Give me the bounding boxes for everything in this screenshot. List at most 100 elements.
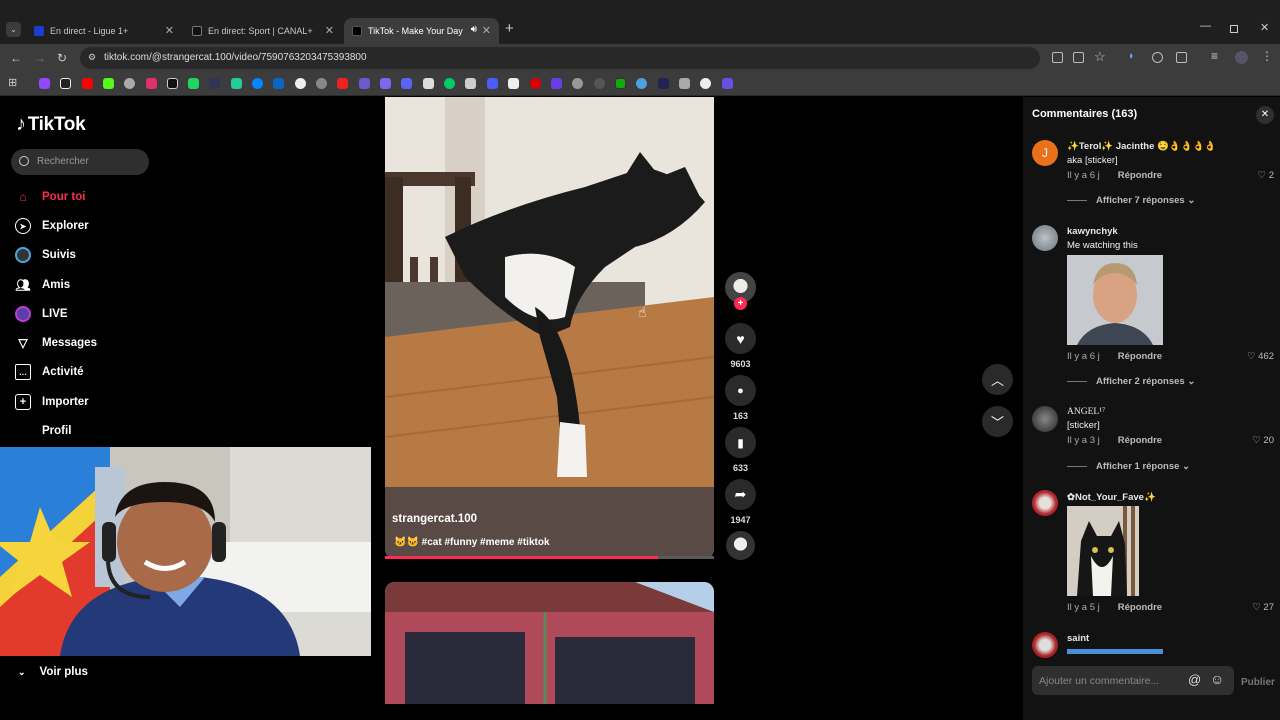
tab-canal[interactable]: En direct: Sport | CANAL+ ✕ [184, 18, 342, 44]
restore-icon[interactable] [1230, 25, 1238, 33]
profile-avatar[interactable] [1235, 51, 1248, 64]
translate-icon[interactable] [1073, 52, 1084, 63]
avatar[interactable] [1032, 225, 1058, 251]
avatar[interactable]: J [1032, 140, 1058, 166]
url-field[interactable]: ⚙︎ tiktok.com/@strangercat.100/video/759… [80, 47, 1040, 69]
bookmark-icon[interactable] [231, 78, 242, 89]
bookmark-icon[interactable] [188, 78, 199, 89]
comment-image[interactable] [1067, 255, 1163, 345]
avatar[interactable] [1032, 632, 1058, 658]
comment-image[interactable] [1067, 506, 1139, 596]
media-icon[interactable]: ≡ [1211, 49, 1218, 63]
nav-importer[interactable]: + Importer [15, 392, 89, 412]
tab-tiktok[interactable]: TikTok - Make Your Day 🔊︎ ✕ [344, 18, 499, 44]
bookmark-icon[interactable] [423, 78, 434, 89]
bookmark-icon[interactable] [722, 78, 733, 89]
voir-plus-button[interactable]: ⌄ Voir plus [18, 666, 88, 678]
install-app-icon[interactable] [1052, 52, 1063, 63]
menu-icon[interactable]: ⋮ [1261, 49, 1273, 63]
bookmark-icon[interactable] [508, 78, 519, 89]
nav-live[interactable]: LIVE [15, 304, 68, 324]
bookmark-icon[interactable] [60, 78, 71, 89]
bookmark-icon[interactable] [444, 78, 455, 89]
show-replies-button[interactable]: Afficher 2 réponses ⌄ [1067, 376, 1195, 387]
avatar[interactable] [1032, 490, 1058, 516]
bookmark-icon[interactable] [380, 78, 391, 89]
bookmark-icon[interactable] [572, 78, 583, 89]
bookmark-icon[interactable] [124, 78, 135, 89]
bookmark-icon[interactable] [316, 78, 327, 89]
video-player[interactable] [385, 97, 714, 559]
comment-author[interactable]: ✨Terol✨ Jacinthe 🤤👌👌👌👌 [1067, 141, 1216, 152]
avatar[interactable] [1032, 406, 1058, 432]
comment-like[interactable]: ♡ 2 [1258, 170, 1274, 181]
bookmark-icon[interactable] [700, 78, 711, 89]
reply-button[interactable]: Répondre [1118, 602, 1162, 613]
forward-icon[interactable]: → [34, 51, 46, 65]
extension-icon[interactable]: ◗ [1128, 50, 1135, 62]
comment-input[interactable]: Ajouter un commentaire... @ ☺ [1032, 666, 1234, 695]
bookmark-icon[interactable] [252, 78, 263, 89]
video-caption[interactable]: 🐱🐱 #cat #funny #meme #tiktok [394, 537, 550, 548]
tab-ligue1[interactable]: En direct - Ligue 1+ ✕ [26, 18, 182, 44]
comment-like[interactable]: ♡ 462 [1247, 351, 1274, 362]
site-info-icon[interactable]: ⚙︎ [88, 52, 96, 63]
next-video-button[interactable]: ﹀ [982, 406, 1013, 437]
share-button[interactable]: ➦ [725, 479, 756, 510]
comment-author[interactable]: ANGEL¹⁷ [1067, 407, 1105, 417]
video-username[interactable]: strangercat.100 [392, 513, 477, 525]
show-replies-button[interactable]: Afficher 7 réponses ⌄ [1067, 195, 1195, 206]
comment-author[interactable]: ✿Not_Your_Fave✨ [1067, 492, 1156, 503]
bookmark-icon[interactable] [295, 78, 306, 89]
like-button[interactable]: ♥ [725, 323, 756, 354]
bookmark-star-icon[interactable]: ☆ [1094, 49, 1106, 65]
bookmark-icon[interactable] [465, 78, 476, 89]
close-icon[interactable]: ✕ [1256, 106, 1274, 124]
comment-author[interactable]: saint [1067, 633, 1089, 644]
bookmark-icon[interactable] [487, 78, 498, 89]
bookmark-icon[interactable] [209, 78, 220, 89]
speaker-icon[interactable]: 🔊︎ [471, 24, 477, 35]
tab-list-button[interactable]: ⌄ [6, 22, 21, 37]
bookmark-icon[interactable] [359, 78, 370, 89]
follow-plus-icon[interactable]: + [734, 297, 747, 310]
bookmark-icon[interactable] [615, 78, 626, 89]
reply-button[interactable]: Répondre [1118, 351, 1162, 362]
save-button[interactable]: ▮ [725, 427, 756, 458]
bookmark-icon[interactable] [551, 78, 562, 89]
comment-button[interactable]: ● [725, 375, 756, 406]
bookmark-icon[interactable] [594, 78, 605, 89]
bookmark-icon[interactable] [39, 78, 50, 89]
bookmark-icon[interactable] [636, 78, 647, 89]
apps-icon[interactable]: ⊞ [8, 76, 17, 89]
reply-button[interactable]: Répondre [1118, 435, 1162, 446]
new-tab-button[interactable]: + [505, 20, 514, 37]
search-input[interactable]: Rechercher [11, 149, 149, 175]
comment-author[interactable]: kawynchyk [1067, 226, 1118, 237]
comment-like[interactable]: ♡ 20 [1252, 435, 1274, 446]
bookmark-icon[interactable] [273, 78, 284, 89]
emoji-icon[interactable]: ☺ [1210, 671, 1224, 687]
nav-activite[interactable]: … Activité [15, 362, 84, 382]
video-progress-bar[interactable] [385, 556, 714, 559]
bookmark-icon[interactable] [530, 78, 541, 89]
bookmark-icon[interactable] [146, 78, 157, 89]
reload-icon[interactable]: ↻ [57, 51, 67, 65]
publish-button[interactable]: Publier [1241, 677, 1275, 688]
bookmark-icon[interactable] [337, 78, 348, 89]
tiktok-logo[interactable]: ♪ TikTok [16, 113, 86, 136]
nav-messages[interactable]: ▽ Messages [15, 333, 97, 353]
close-window-icon[interactable]: ✕ [1260, 21, 1269, 34]
reply-button[interactable]: Répondre [1118, 170, 1162, 181]
close-tab-icon[interactable]: ✕ [482, 24, 491, 37]
next-video-preview[interactable] [385, 582, 714, 704]
minimize-icon[interactable]: — [1200, 20, 1211, 32]
comment-like[interactable]: ♡ 27 [1252, 602, 1274, 613]
sound-avatar[interactable] [726, 531, 755, 560]
nav-explorer[interactable]: ➤ Explorer [15, 216, 89, 236]
close-tab-icon[interactable]: ✕ [325, 24, 334, 37]
nav-pour-toi[interactable]: ⌂ Pour toi [15, 187, 85, 207]
nav-profil[interactable]: Profil [15, 421, 71, 441]
extension-icon[interactable] [1152, 52, 1163, 63]
bookmark-icon[interactable] [679, 78, 690, 89]
